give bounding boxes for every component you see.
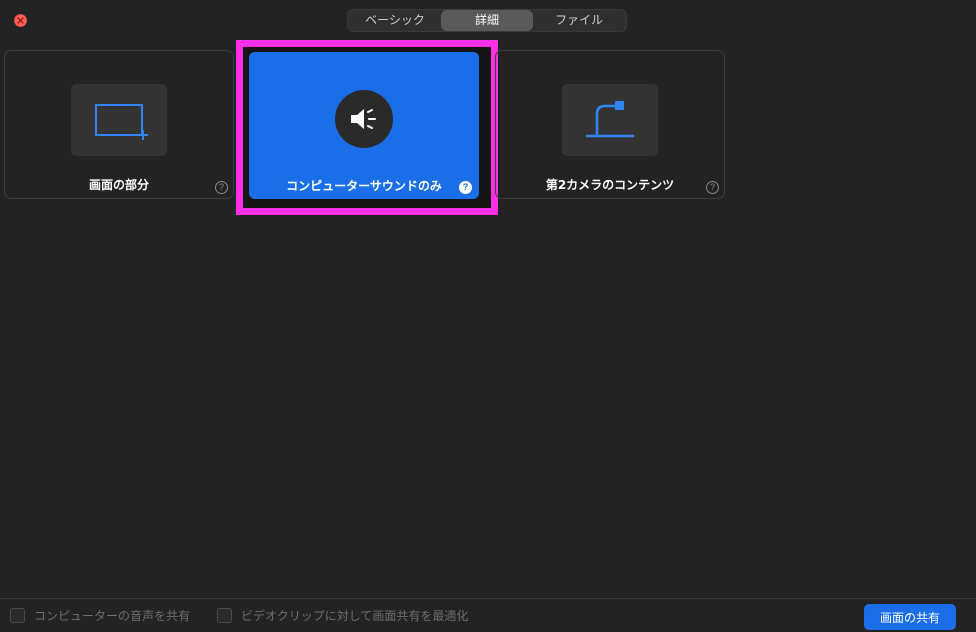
computer-sound-option[interactable]: コンピューターサウンドのみ ? <box>249 52 479 199</box>
second-camera-help-icon[interactable]: ? <box>706 181 719 194</box>
optimize-video-checkbox[interactable] <box>217 608 232 623</box>
tab-files[interactable]: ファイル <box>533 10 625 31</box>
computer-sound-label: コンピューターサウンドのみ <box>286 179 442 193</box>
share-audio-label: コンピューターの音声を共有 <box>34 609 191 623</box>
portion-label: 画面の部分 <box>88 178 149 192</box>
second-camera-label: 第2カメラのコンテンツ <box>545 178 675 192</box>
optimize-video-checkbox-row[interactable]: ビデオクリップに対して画面共有を最適化 <box>217 607 468 624</box>
second-camera-option[interactable]: 第2カメラのコンテンツ ? <box>495 50 725 199</box>
speaker-icon-circle <box>335 90 393 148</box>
portion-of-screen-option[interactable]: 画面の部分 ? <box>4 50 234 199</box>
optimize-video-label: ビデオクリップに対して画面共有を最適化 <box>241 609 469 623</box>
portion-help-icon[interactable]: ? <box>215 181 228 194</box>
camera-tile <box>562 84 658 156</box>
share-screen-button[interactable]: 画面の共有 <box>864 604 956 630</box>
screen-portion-icon <box>95 104 148 140</box>
close-icon <box>17 17 24 24</box>
portion-tile <box>71 84 167 156</box>
document-camera-icon <box>585 101 635 138</box>
close-button[interactable] <box>14 14 27 27</box>
tab-basic[interactable]: ベーシック <box>349 10 441 31</box>
share-audio-checkbox[interactable] <box>10 608 25 623</box>
tab-advanced[interactable]: 詳細 <box>441 10 533 31</box>
footer-divider <box>0 598 976 599</box>
share-mode-tabs: ベーシック 詳細 ファイル <box>347 9 627 32</box>
speaker-icon <box>351 109 376 129</box>
computer-sound-help-icon[interactable]: ? <box>459 181 472 194</box>
share-audio-checkbox-row[interactable]: コンピューターの音声を共有 <box>10 607 190 624</box>
